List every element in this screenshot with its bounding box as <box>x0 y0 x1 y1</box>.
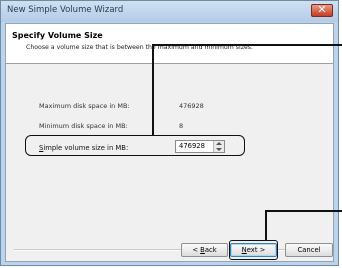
page-title: Specify Volume Size <box>12 31 103 40</box>
callout-line-bottom-vertical <box>265 210 267 240</box>
max-disk-value: 476928 <box>179 102 204 110</box>
min-disk-label: Minimum disk space in MB: <box>39 122 128 130</box>
callout-simple-size <box>25 135 245 156</box>
max-disk-label: Maximum disk space in MB: <box>39 102 130 110</box>
cancel-button[interactable]: Cancel <box>285 243 333 257</box>
close-button[interactable]: ✕ <box>311 3 333 17</box>
window-title: New Simple Volume Wizard <box>7 5 124 15</box>
back-prefix: < <box>192 246 201 254</box>
button-divider <box>14 249 329 251</box>
back-button[interactable]: < Back <box>181 243 228 257</box>
callout-line-top-vertical <box>152 44 154 135</box>
min-disk-value: 8 <box>179 122 184 130</box>
title-bar[interactable]: New Simple Volume Wizard ✕ <box>1 1 338 22</box>
wizard-window: New Simple Volume Wizard ✕ Specify Volum… <box>0 0 339 266</box>
callout-line-bottom-horizontal <box>265 210 342 212</box>
callout-line-top-horizontal <box>152 44 342 46</box>
back-label: ack <box>204 246 217 254</box>
close-icon: ✕ <box>317 3 327 16</box>
callout-next-button <box>229 240 278 260</box>
